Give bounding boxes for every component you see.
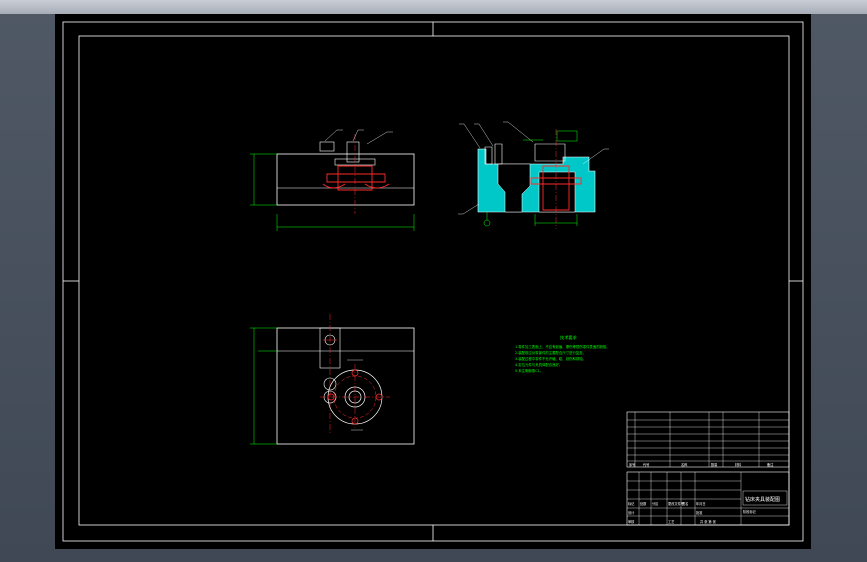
sign-label-count: 处数 <box>640 501 647 506</box>
sign-label-zone: 分区 <box>652 501 659 506</box>
header-code: 代号 <box>643 462 649 467</box>
sign-label-mark: 标记 <box>628 501 635 506</box>
centering-marks <box>63 22 803 541</box>
sign-label-date: 年月日 <box>696 501 706 506</box>
note-line: 1.零件加工表面上，不应有划痕、擦伤等损伤零件表面的缺陷。 <box>515 344 610 349</box>
technical-notes: 技术要求 1.零件加工表面上，不应有划痕、擦伤等损伤零件表面的缺陷。 2.装配前… <box>515 334 610 373</box>
outer-border <box>62 21 804 542</box>
role-process: 工艺 <box>668 519 674 524</box>
stage-label: 阶段标记 <box>743 509 757 514</box>
header-qty: 数量 <box>711 462 718 467</box>
sheet-label: 共 张 第 张 <box>700 519 717 524</box>
inner-border <box>78 35 790 526</box>
role-design: 设计 <box>628 510 635 515</box>
cad-drawing: 技术要求 1.零件加工表面上，不应有划痕、擦伤等损伤零件表面的缺陷。 2.装配前… <box>62 21 804 542</box>
header-material: 材料 <box>735 462 742 467</box>
note-line: 3.装配过程中零件不允许磕、碰、划伤和锈蚀。 <box>515 356 586 361</box>
drawing-sheet: 技术要求 1.零件加工表面上，不应有划痕、擦伤等损伤零件表面的缺陷。 2.装配前… <box>55 14 811 549</box>
note-line: 2.装配前应对零部件的主要配合尺寸进行复查。 <box>515 350 586 355</box>
drawing-title: 钻床夹具装配图 <box>745 496 780 503</box>
sign-label-signature: 签名 <box>682 501 688 506</box>
header-name: 名称 <box>681 462 688 467</box>
notes-title: 技术要求 <box>560 334 578 341</box>
top-view <box>250 314 415 445</box>
role-approve: 批准 <box>696 510 703 515</box>
header-index: 序号 <box>629 462 635 467</box>
section-view <box>458 121 609 229</box>
front-view <box>250 129 415 231</box>
header-remark: 备注 <box>767 462 774 467</box>
role-review: 审核 <box>628 519 635 524</box>
note-line: 4.定位元件与夹具体配合良好。 <box>515 362 562 367</box>
title-block: 序号 代号 名称 数量 材料 备注 标记 处数 分区 更改文件号 签名 年月日 … <box>626 411 790 526</box>
note-line: 5.未注明倒角C1。 <box>515 368 543 373</box>
